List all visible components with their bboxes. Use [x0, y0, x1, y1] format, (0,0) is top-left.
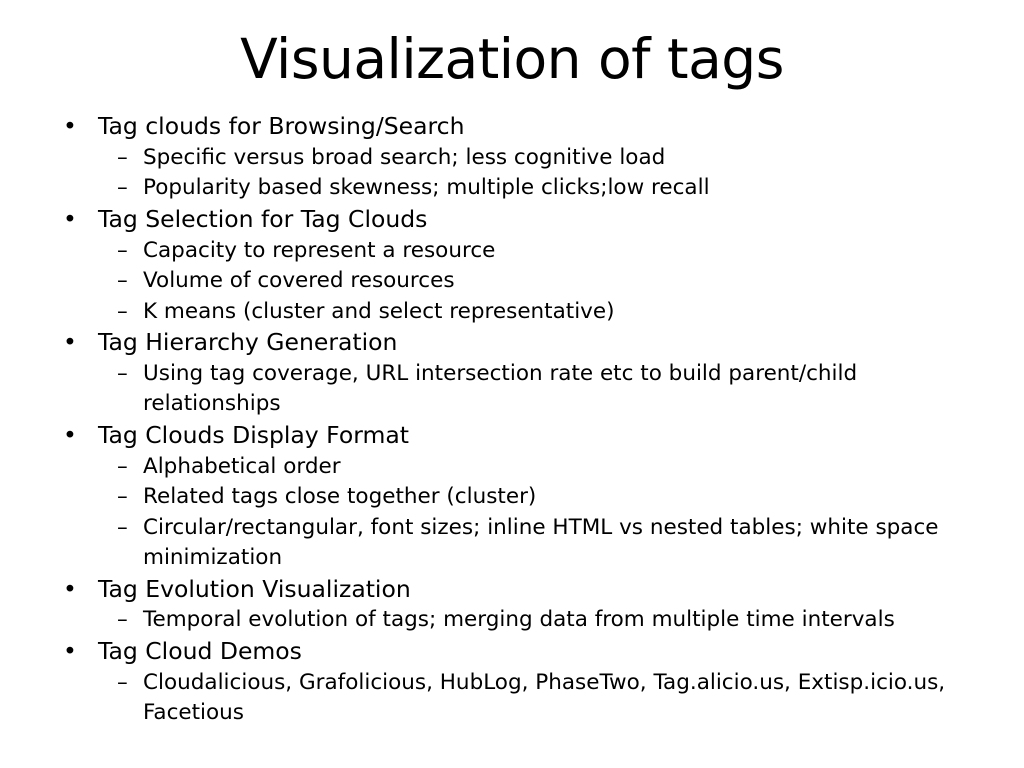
bullet-dash-icon: –: [117, 669, 128, 695]
bullet-item-level1: • Tag clouds for Browsing/Search: [58, 111, 958, 143]
bullet-item-level2: – Temporal evolution of tags; merging dat…: [58, 605, 958, 636]
bullet-text: Popularity based skewness; multiple clic…: [143, 175, 710, 201]
bullet-text: Capacity to represent a resource: [143, 237, 496, 263]
bullet-item-level2: – Using tag coverage, URL intersection ra…: [58, 359, 958, 420]
slide-body-content: • Tag clouds for Browsing/Search – Specific…: [58, 111, 958, 729]
slide-canvas: Visualization of tags • Tag clouds for Br…: [0, 0, 1024, 768]
bullet-text: Using tag coverage, URL intersection rat…: [143, 360, 858, 417]
bullet-dash-icon: –: [117, 298, 128, 324]
bullet-item-level2: – Related tags close together (cluster): [58, 482, 958, 513]
bullet-dash-icon: –: [117, 144, 128, 170]
bullet-dash-icon: –: [117, 237, 128, 263]
bullet-item-level1: • Tag Cloud Demos: [58, 636, 958, 668]
bullet-item-level1: • Tag Clouds Display Format: [58, 420, 958, 452]
bullet-dot-icon: •: [63, 112, 77, 140]
bullet-text: Temporal evolution of tags; merging data…: [143, 607, 895, 633]
bullet-dash-icon: –: [117, 360, 128, 386]
bullet-item-level1: • Tag Selection for Tag Clouds: [58, 204, 958, 236]
bullet-dash-icon: –: [117, 607, 128, 633]
bullet-text: Tag Hierarchy Generation: [98, 328, 398, 357]
bullet-text: Tag Evolution Visualization: [98, 574, 411, 603]
bullet-text: Tag Clouds Display Format: [98, 420, 409, 449]
bullet-dot-icon: •: [63, 420, 77, 449]
bullet-item-level2: – Specific versus broad search; less cogn…: [58, 143, 958, 174]
bullet-item-level2: – K means (cluster and select representat…: [58, 297, 958, 328]
bullet-item-level1: • Tag Evolution Visualization: [58, 574, 958, 606]
bullet-item-level2: – Capacity to represent a resource: [58, 236, 958, 267]
bullet-text: Volume of covered resources: [143, 268, 455, 294]
bullet-item-level2: – Alphabetical order: [58, 452, 958, 483]
bullet-text: Cloudalicious, Grafolicious, HubLog, Pha…: [143, 669, 946, 726]
bullet-item-level1: • Tag Hierarchy Generation: [58, 327, 958, 359]
bullet-text: Related tags close together (cluster): [143, 484, 537, 510]
bullet-item-level2: – Popularity based skewness; multiple cli…: [58, 173, 958, 204]
bullet-text: Alphabetical order: [143, 453, 341, 479]
bullet-text: Tag Selection for Tag Clouds: [98, 204, 428, 233]
bullet-dot-icon: •: [63, 636, 77, 665]
bullet-dot-icon: •: [63, 328, 77, 357]
bullet-dash-icon: –: [117, 514, 128, 540]
bullet-dash-icon: –: [117, 484, 128, 510]
bullet-item-level2: – Volume of covered resources: [58, 266, 958, 297]
bullet-dash-icon: –: [117, 175, 128, 201]
bullet-item-level2: – Circular/rectangular, font sizes; inlin…: [58, 513, 958, 574]
bullet-text: Tag Cloud Demos: [98, 636, 302, 665]
bullet-item-level2: – Cloudalicious, Grafolicious, HubLog, Ph…: [58, 668, 958, 729]
page-title: Visualization of tags: [240, 27, 784, 91]
bullet-text: K means (cluster and select representati…: [143, 298, 615, 324]
bullet-dash-icon: –: [117, 268, 128, 294]
bullet-text: Specific versus broad search; less cogni…: [143, 144, 666, 170]
bullet-dot-icon: •: [63, 574, 77, 603]
bullet-text: Tag clouds for Browsing/Search: [98, 112, 465, 140]
bullet-text: Circular/rectangular, font sizes; inline…: [143, 514, 939, 571]
bullet-dot-icon: •: [63, 204, 77, 233]
bullet-dash-icon: –: [117, 453, 128, 479]
